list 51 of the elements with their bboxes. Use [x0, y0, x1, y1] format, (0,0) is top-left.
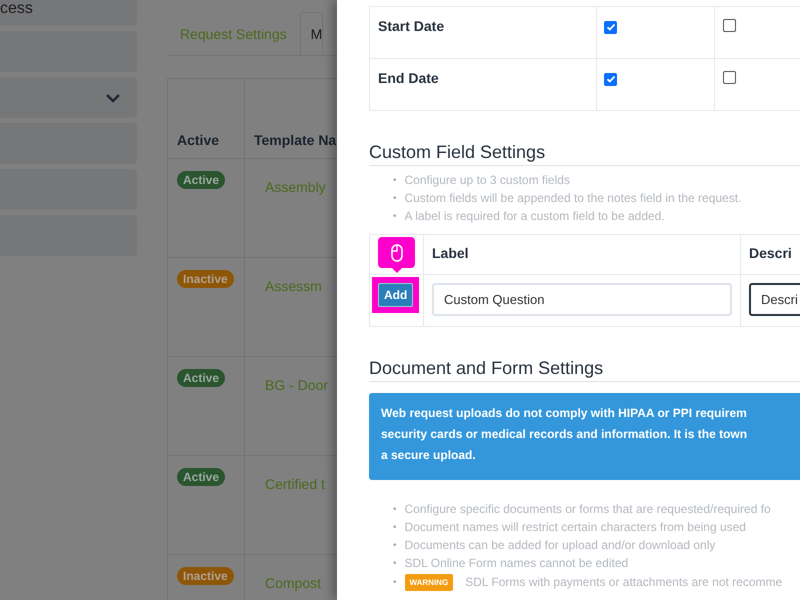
field-name: Start Date — [378, 18, 444, 34]
column-header: Template Na — [254, 132, 336, 148]
checkbox[interactable] — [604, 20, 617, 34]
tab[interactable]: M — [300, 12, 324, 55]
template-link[interactable]: Certified t — [265, 476, 325, 492]
label-input[interactable]: Custom Question — [432, 283, 732, 316]
warning-badge: WARNING — [404, 574, 454, 591]
column-header: Active — [177, 132, 220, 148]
chevron-down-icon — [105, 92, 121, 102]
description-input[interactable]: Descri — [749, 283, 800, 316]
bullet: • — [393, 503, 397, 517]
note-text: Custom fields will be appended to the notes field in the request. — [404, 191, 742, 206]
status-badge: Active — [177, 369, 226, 387]
note-text: Configure up to 3 custom fields — [404, 173, 570, 188]
checkbox[interactable] — [723, 71, 736, 84]
checkbox[interactable] — [604, 72, 617, 86]
field-name: End Date — [378, 70, 439, 86]
bullet: • — [393, 521, 397, 535]
column-header: Descri — [749, 245, 792, 261]
note-text: SDL Forms with payments or attachments are not recomme — [465, 575, 782, 590]
note-text: Configure specific documents or forms that are requested/required fo — [404, 502, 771, 517]
add-button[interactable]: Add — [378, 283, 414, 307]
bullet: • — [393, 174, 397, 188]
note-text: Documents can be added for upload and/or download only — [404, 538, 716, 553]
template-link[interactable]: Assessm — [265, 278, 322, 294]
tab[interactable]: Request Settings — [167, 12, 300, 55]
status-badge: Inactive — [177, 270, 234, 288]
note-text: Document names will restrict certain characters from being used — [404, 520, 746, 535]
section-title: Document and Form Settings — [369, 358, 800, 382]
column-header: Label — [432, 245, 469, 261]
template-link[interactable]: BG - Door — [265, 377, 328, 393]
template-link[interactable]: Assembly — [265, 179, 326, 195]
mouse-icon — [390, 244, 402, 262]
alert-text: security cards or medical records and information. It is the town — [381, 426, 748, 443]
sidebar-dropdown[interactable] — [0, 77, 137, 118]
bullet: • — [393, 192, 397, 206]
section-title: Custom Field Settings — [369, 142, 800, 166]
alert-text: Web request uploads do not comply with HIPAA or PPI requirem — [381, 405, 747, 422]
note-text: A label is required for a custom field to be added. — [404, 209, 665, 224]
bullet: • — [393, 539, 397, 553]
bullet: • — [393, 557, 397, 571]
status-badge: Active — [177, 171, 226, 189]
note-text: SDL Online Form names cannot be edited — [404, 556, 628, 571]
alert-text: a secure upload. — [381, 447, 476, 464]
status-badge: Active — [177, 468, 226, 486]
checkbox[interactable] — [723, 19, 736, 32]
bullet: • — [393, 576, 397, 590]
status-badge: Inactive — [177, 567, 234, 585]
template-link[interactable]: Compost — [265, 575, 322, 591]
bullet: • — [393, 210, 397, 224]
sidebar-item[interactable]: cess — [0, 0, 137, 26]
